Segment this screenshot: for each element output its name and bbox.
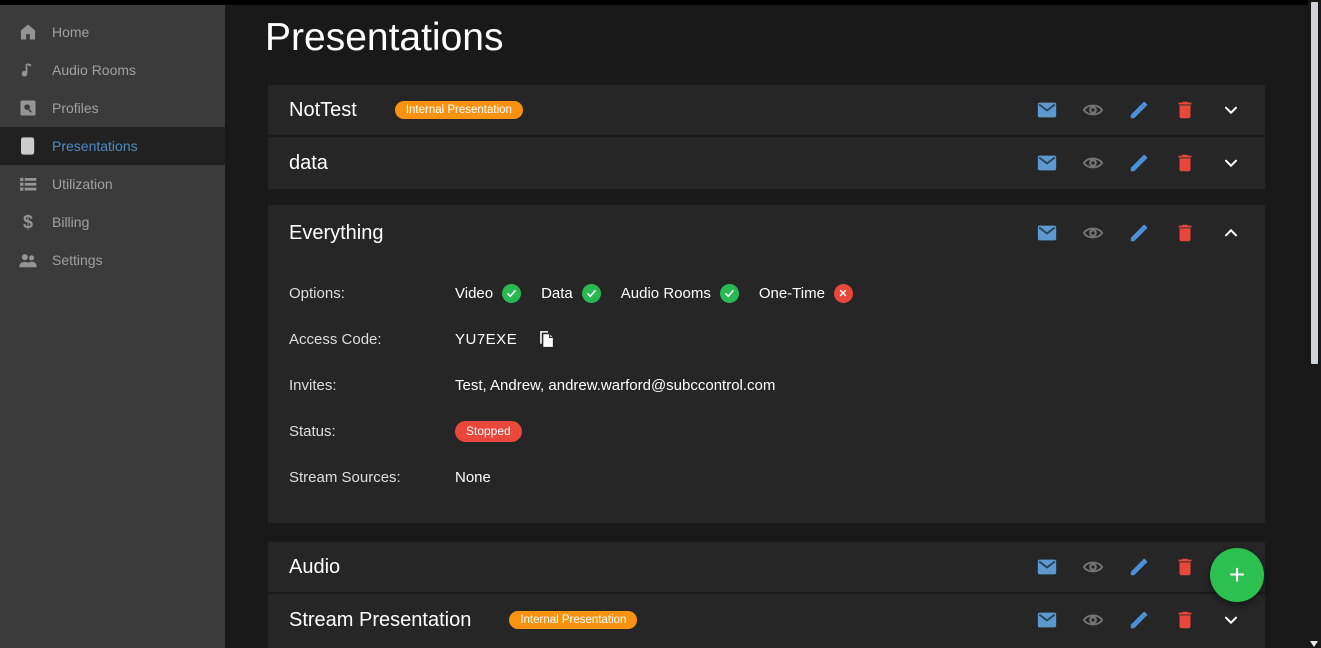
list-icon (18, 174, 38, 194)
row-actions (1036, 99, 1242, 121)
presentation-row-data: data (268, 137, 1265, 189)
sidebar-item-utilization[interactable]: Utilization (0, 165, 225, 203)
invites-value: Test, Andrew, andrew.warford@subccontrol… (455, 377, 775, 394)
presentation-row-everything: Everything (268, 205, 1265, 261)
sidebar-item-label: Settings (52, 252, 103, 268)
check-circle-icon (502, 284, 521, 303)
mail-icon[interactable] (1036, 609, 1058, 631)
sidebar-item-home[interactable]: Home (0, 13, 225, 51)
invites-row: Invites: Test, Andrew, andrew.warford@su… (289, 362, 1265, 408)
eye-icon[interactable] (1082, 99, 1104, 121)
presentation-name: NotTest (289, 99, 357, 122)
chevron-down-icon[interactable] (1220, 152, 1242, 174)
people-icon (18, 250, 38, 270)
sidebar: Home Audio Rooms Profiles Presentations … (0, 5, 225, 648)
option-data: Data (541, 284, 601, 303)
delete-trash-icon[interactable] (1174, 609, 1196, 631)
sidebar-item-label: Billing (52, 214, 89, 230)
chevron-down-icon[interactable] (1220, 99, 1242, 121)
eye-icon[interactable] (1082, 222, 1104, 244)
delete-trash-icon[interactable] (1174, 152, 1196, 174)
sidebar-item-profiles[interactable]: Profiles (0, 89, 225, 127)
status-badge: Stopped (455, 421, 522, 442)
eye-icon[interactable] (1082, 609, 1104, 631)
attachment-file-icon (18, 136, 38, 156)
add-presentation-button[interactable]: + (1210, 548, 1264, 602)
x-circle-icon (834, 284, 853, 303)
top-border (0, 0, 1321, 5)
access-code-row: Access Code: YU7EXE (289, 316, 1265, 362)
access-code-label: Access Code: (289, 331, 455, 348)
sidebar-item-label: Profiles (52, 100, 99, 116)
sidebar-item-label: Audio Rooms (52, 62, 136, 78)
sidebar-item-audio-rooms[interactable]: Audio Rooms (0, 51, 225, 89)
stream-sources-label: Stream Sources: (289, 469, 455, 486)
internal-presentation-badge: Internal Presentation (395, 101, 523, 119)
sidebar-item-billing[interactable]: $ Billing (0, 203, 225, 241)
option-audio-rooms: Audio Rooms (621, 284, 739, 303)
sidebar-item-presentations[interactable]: Presentations (0, 127, 225, 165)
home-icon (18, 22, 38, 42)
presentation-name: Audio (289, 556, 340, 579)
presentation-card: Audio Stream Presentation Internal Prese… (268, 542, 1265, 648)
mail-icon[interactable] (1036, 556, 1058, 578)
chevron-up-icon[interactable] (1220, 222, 1242, 244)
scrollbar-track[interactable] (1308, 0, 1321, 648)
dollar-icon: $ (18, 212, 38, 232)
edit-pencil-icon[interactable] (1128, 222, 1150, 244)
check-circle-icon (582, 284, 601, 303)
stream-sources-row: Stream Sources: None (289, 454, 1265, 500)
delete-trash-icon[interactable] (1174, 556, 1196, 578)
mail-icon[interactable] (1036, 99, 1058, 121)
status-row: Status: Stopped (289, 408, 1265, 454)
row-actions (1036, 152, 1242, 174)
page-title: Presentations (265, 16, 503, 60)
options-row: Options: Video Data Audio Rooms One-Time (289, 270, 1265, 316)
presentation-row-stream-presentation: Stream Presentation Internal Presentatio… (268, 594, 1265, 646)
check-circle-icon (720, 284, 739, 303)
mail-icon[interactable] (1036, 222, 1058, 244)
search-box-icon (18, 98, 38, 118)
presentation-name: data (289, 152, 328, 175)
eye-icon[interactable] (1082, 152, 1104, 174)
presentation-name: Everything (289, 222, 384, 245)
presentation-card: NotTest Internal Presentation data (268, 85, 1265, 189)
sidebar-item-settings[interactable]: Settings (0, 241, 225, 279)
option-one-time: One-Time (759, 284, 853, 303)
invites-label: Invites: (289, 377, 455, 394)
presentation-name: Stream Presentation (289, 609, 471, 632)
options-label: Options: (289, 285, 455, 302)
edit-pencil-icon[interactable] (1128, 556, 1150, 578)
delete-trash-icon[interactable] (1174, 222, 1196, 244)
row-actions (1036, 609, 1242, 631)
presentation-row-nottest: NotTest Internal Presentation (268, 85, 1265, 137)
scrollbar-thumb[interactable] (1311, 2, 1318, 364)
chevron-down-icon[interactable] (1220, 609, 1242, 631)
plus-icon: + (1229, 559, 1245, 591)
edit-pencil-icon[interactable] (1128, 609, 1150, 631)
presentation-row-audio: Audio (268, 542, 1265, 594)
presentation-details: Options: Video Data Audio Rooms One-Time… (268, 261, 1265, 500)
sidebar-item-label: Utilization (52, 176, 113, 192)
status-label: Status: (289, 423, 455, 440)
internal-presentation-badge: Internal Presentation (509, 611, 637, 629)
access-code-value: YU7EXE (455, 331, 517, 348)
sidebar-item-label: Presentations (52, 138, 138, 154)
presentation-card-expanded: Everything Options: Video Data Audio Roo… (268, 205, 1265, 523)
music-note-icon (18, 60, 38, 80)
sidebar-item-label: Home (52, 24, 89, 40)
edit-pencil-icon[interactable] (1128, 99, 1150, 121)
delete-trash-icon[interactable] (1174, 99, 1196, 121)
row-actions (1036, 222, 1242, 244)
copy-icon[interactable] (537, 329, 556, 349)
eye-icon[interactable] (1082, 556, 1104, 578)
mail-icon[interactable] (1036, 152, 1058, 174)
scrollbar-down-arrow-icon[interactable] (1310, 641, 1318, 647)
stream-sources-value: None (455, 469, 491, 486)
edit-pencil-icon[interactable] (1128, 152, 1150, 174)
option-video: Video (455, 284, 521, 303)
